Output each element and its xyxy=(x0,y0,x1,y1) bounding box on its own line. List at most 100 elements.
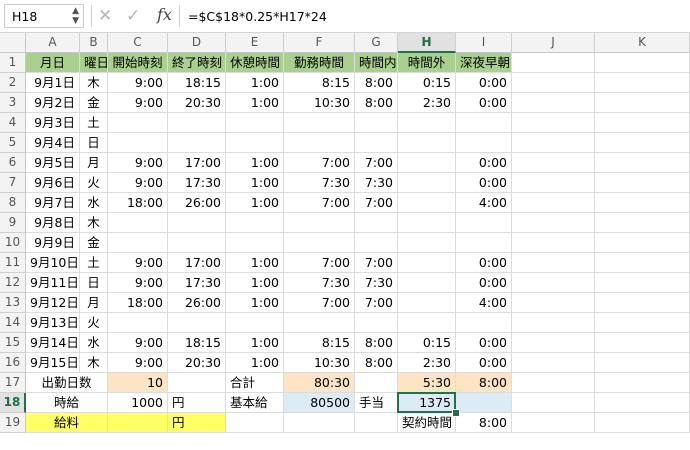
cell-H17[interactable]: 5:30 xyxy=(398,373,456,393)
cell-E1[interactable]: 休憩時間 xyxy=(226,53,284,73)
cell-G7[interactable]: 7:30 xyxy=(355,173,398,193)
cell-D16[interactable]: 20:30 xyxy=(168,353,226,373)
cell-F9[interactable] xyxy=(284,213,355,233)
cell-C4[interactable] xyxy=(108,113,168,133)
cell-B10[interactable]: 金 xyxy=(80,233,108,253)
cell-B12[interactable]: 日 xyxy=(80,273,108,293)
column-header-E[interactable]: E xyxy=(226,33,284,53)
cell-I7[interactable]: 0:00 xyxy=(456,173,512,193)
cell-F8[interactable]: 7:00 xyxy=(284,193,355,213)
cell-G16[interactable]: 8:00 xyxy=(355,353,398,373)
row-header-16[interactable]: 16 xyxy=(0,353,26,373)
column-header-F[interactable]: F xyxy=(284,33,355,53)
cell-D17[interactable] xyxy=(168,373,226,393)
cell-H2[interactable]: 0:15 xyxy=(398,73,456,93)
insert-function-icon[interactable]: fx xyxy=(157,5,172,24)
cell-G12[interactable]: 7:30 xyxy=(355,273,398,293)
column-header-I[interactable]: I xyxy=(456,33,512,53)
cell-H7[interactable] xyxy=(398,173,456,193)
cell-E19[interactable] xyxy=(226,413,284,433)
cell-K16[interactable] xyxy=(595,353,690,373)
cell-C11[interactable]: 9:00 xyxy=(108,253,168,273)
cell-J17[interactable] xyxy=(512,373,595,393)
cell-G19[interactable] xyxy=(355,413,398,433)
cell-E7[interactable]: 1:00 xyxy=(226,173,284,193)
cell-K14[interactable] xyxy=(595,313,690,333)
cell-C16[interactable]: 9:00 xyxy=(108,353,168,373)
cell-J11[interactable] xyxy=(512,253,595,273)
row-header-14[interactable]: 14 xyxy=(0,313,26,333)
cell-E11[interactable]: 1:00 xyxy=(226,253,284,273)
cell-B7[interactable]: 火 xyxy=(80,173,108,193)
cell-J8[interactable] xyxy=(512,193,595,213)
cell-E10[interactable] xyxy=(226,233,284,253)
cell-G8[interactable]: 7:00 xyxy=(355,193,398,213)
cell-J18[interactable] xyxy=(512,393,595,413)
cell-F6[interactable]: 7:00 xyxy=(284,153,355,173)
cell-C5[interactable] xyxy=(108,133,168,153)
cell-D5[interactable] xyxy=(168,133,226,153)
cell-E15[interactable]: 1:00 xyxy=(226,333,284,353)
cell-F16[interactable]: 10:30 xyxy=(284,353,355,373)
column-header-D[interactable]: D xyxy=(168,33,226,53)
cell-D3[interactable]: 20:30 xyxy=(168,93,226,113)
cell-B16[interactable]: 木 xyxy=(80,353,108,373)
cell-K7[interactable] xyxy=(595,173,690,193)
cell-D18[interactable]: 円 xyxy=(168,393,226,413)
cell-F3[interactable]: 10:30 xyxy=(284,93,355,113)
cell-D8[interactable]: 26:00 xyxy=(168,193,226,213)
cell-E8[interactable]: 1:00 xyxy=(226,193,284,213)
cell-E3[interactable]: 1:00 xyxy=(226,93,284,113)
cell-G18[interactable]: 手当 xyxy=(355,393,398,413)
cell-K5[interactable] xyxy=(595,133,690,153)
cell-C12[interactable]: 9:00 xyxy=(108,273,168,293)
cell-D15[interactable]: 18:15 xyxy=(168,333,226,353)
cell-G15[interactable]: 8:00 xyxy=(355,333,398,353)
cell-I19[interactable]: 8:00 xyxy=(456,413,512,433)
cell-I11[interactable]: 0:00 xyxy=(456,253,512,273)
cell-J2[interactable] xyxy=(512,73,595,93)
cell-D7[interactable]: 17:30 xyxy=(168,173,226,193)
cell-K18[interactable] xyxy=(595,393,690,413)
cell-A19[interactable]: 給料 xyxy=(26,413,108,433)
cell-H4[interactable] xyxy=(398,113,456,133)
row-header-9[interactable]: 9 xyxy=(0,213,26,233)
column-header-K[interactable]: K xyxy=(595,33,690,53)
cell-J19[interactable] xyxy=(512,413,595,433)
cell-D1[interactable]: 終了時刻 xyxy=(168,53,226,73)
cell-D14[interactable] xyxy=(168,313,226,333)
cell-C9[interactable] xyxy=(108,213,168,233)
row-header-12[interactable]: 12 xyxy=(0,273,26,293)
cell-F19[interactable] xyxy=(284,413,355,433)
cell-C6[interactable]: 9:00 xyxy=(108,153,168,173)
cell-E16[interactable]: 1:00 xyxy=(226,353,284,373)
cell-C8[interactable]: 18:00 xyxy=(108,193,168,213)
cell-H11[interactable] xyxy=(398,253,456,273)
column-header-B[interactable]: B xyxy=(80,33,108,53)
column-header-J[interactable]: J xyxy=(512,33,595,53)
cell-G1[interactable]: 時間内 xyxy=(355,53,398,73)
column-header-A[interactable]: A xyxy=(26,33,80,53)
cell-K17[interactable] xyxy=(595,373,690,393)
cell-K15[interactable] xyxy=(595,333,690,353)
cell-I17[interactable]: 8:00 xyxy=(456,373,512,393)
cell-B8[interactable]: 水 xyxy=(80,193,108,213)
cell-A2[interactable]: 9月1日 xyxy=(26,73,80,93)
cell-A10[interactable]: 9月9日 xyxy=(26,233,80,253)
cell-I16[interactable]: 0:00 xyxy=(456,353,512,373)
enter-icon[interactable]: ✓ xyxy=(126,6,140,26)
cell-C14[interactable] xyxy=(108,313,168,333)
row-header-13[interactable]: 13 xyxy=(0,293,26,313)
cell-H6[interactable] xyxy=(398,153,456,173)
cell-I4[interactable] xyxy=(456,113,512,133)
cell-G4[interactable] xyxy=(355,113,398,133)
cell-A8[interactable]: 9月7日 xyxy=(26,193,80,213)
cell-K13[interactable] xyxy=(595,293,690,313)
cell-G2[interactable]: 8:00 xyxy=(355,73,398,93)
cell-G9[interactable] xyxy=(355,213,398,233)
cell-D2[interactable]: 18:15 xyxy=(168,73,226,93)
row-header-15[interactable]: 15 xyxy=(0,333,26,353)
cell-I12[interactable]: 0:00 xyxy=(456,273,512,293)
cell-G6[interactable]: 7:00 xyxy=(355,153,398,173)
cell-J5[interactable] xyxy=(512,133,595,153)
